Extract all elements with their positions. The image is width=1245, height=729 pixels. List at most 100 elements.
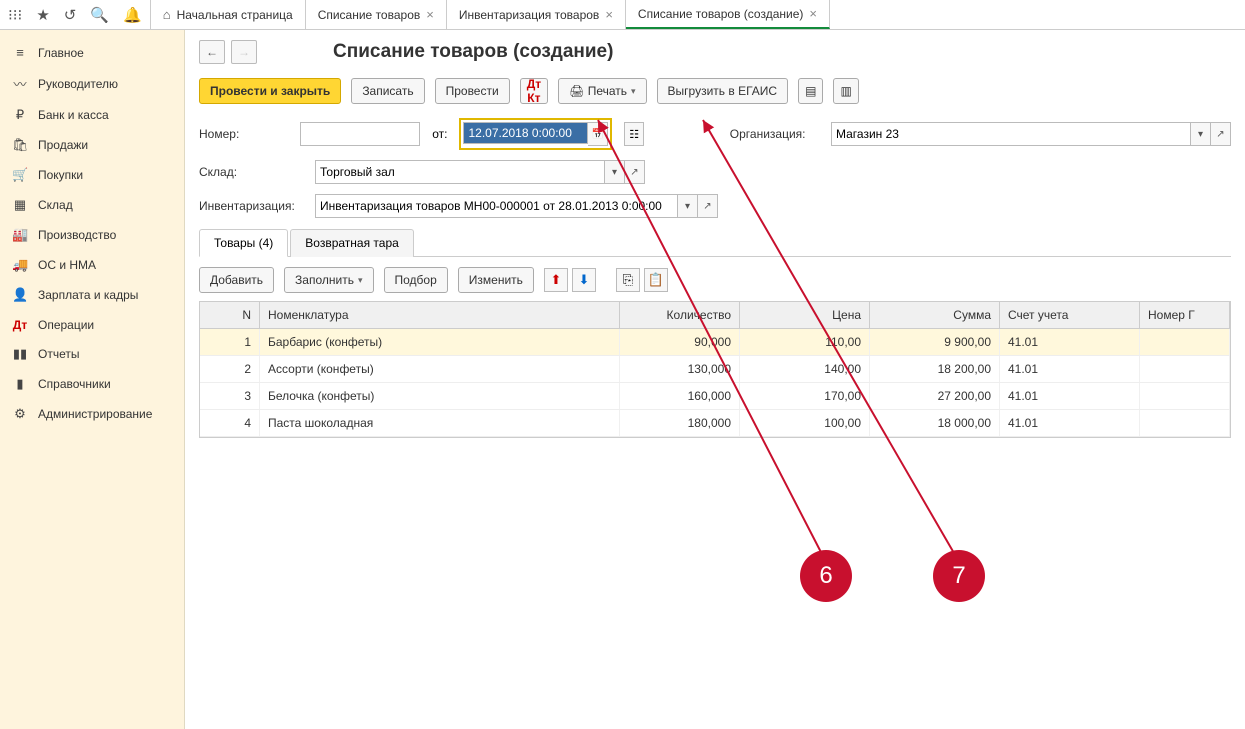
copy-button[interactable]: ⎘ xyxy=(616,268,640,292)
warehouse-open-button[interactable]: ↗ xyxy=(625,160,645,184)
close-icon[interactable]: × xyxy=(809,6,817,21)
cell-n: 4 xyxy=(200,410,260,436)
fill-button[interactable]: Заполнить▾ xyxy=(284,267,373,293)
ruble-icon: ₽ xyxy=(12,107,28,123)
notify-icon[interactable]: 🔔 xyxy=(123,6,142,24)
cell-acc: 41.01 xyxy=(1000,329,1140,355)
history-icon[interactable]: ↺ xyxy=(64,6,77,24)
col-nom-header[interactable]: Номенклатура xyxy=(260,302,620,328)
nav-forward-button[interactable]: → xyxy=(231,40,257,64)
close-icon[interactable]: × xyxy=(426,7,434,22)
print-label: Печать xyxy=(588,84,627,98)
table-row[interactable]: 3 Белочка (конфеты) 160,000 170,00 27 20… xyxy=(200,383,1230,410)
cell-nom: Паста шоколадная xyxy=(260,410,620,436)
tab-writeoff[interactable]: Списание товаров × xyxy=(306,0,447,29)
cell-qty: 180,000 xyxy=(620,410,740,436)
sidebar-item-label: Администрирование xyxy=(38,407,152,421)
print-button[interactable]: 🖨 Печать▾ xyxy=(558,78,646,104)
sidebar-item-label: Операции xyxy=(38,318,94,332)
table-row[interactable]: 2 Ассорти (конфеты) 130,000 140,00 18 20… xyxy=(200,356,1230,383)
doc-tab-goods[interactable]: Товары (4) xyxy=(199,229,288,257)
sidebar-item-purchases[interactable]: 🛒 Покупки xyxy=(0,160,184,190)
edit-button[interactable]: Изменить xyxy=(458,267,534,293)
sidebar-item-hr[interactable]: 👤Зарплата и кадры xyxy=(0,280,184,310)
record-button[interactable]: Записать xyxy=(351,78,424,104)
sidebar-item-main[interactable]: ≡ Главное xyxy=(0,38,184,67)
col-price-header[interactable]: Цена xyxy=(740,302,870,328)
doc-tab-return[interactable]: Возвратная тара xyxy=(290,229,414,257)
warehouse-dropdown-button[interactable]: ▾ xyxy=(605,160,625,184)
org-input[interactable] xyxy=(831,122,1191,146)
col-n-header[interactable]: N xyxy=(200,302,260,328)
sidebar-item-operations[interactable]: Дт Операции xyxy=(0,310,184,339)
dtk-icon: Дт xyxy=(12,317,28,332)
tab-writeoff-create[interactable]: Списание товаров (создание) × xyxy=(626,0,830,29)
sidebar-item-label: Покупки xyxy=(38,168,83,182)
printer-icon: 🖨 xyxy=(569,84,584,98)
sidebar-item-reports[interactable]: ▮▮Отчеты xyxy=(0,339,184,369)
search-icon[interactable]: 🔍 xyxy=(90,6,109,24)
col-acc-header[interactable]: Счет учета xyxy=(1000,302,1140,328)
cell-sum: 9 900,00 xyxy=(870,329,1000,355)
related-button[interactable]: ▤ xyxy=(798,78,823,104)
inventory-open-button[interactable]: ↗ xyxy=(698,194,718,218)
inventory-input[interactable] xyxy=(315,194,678,218)
sidebar-item-admin[interactable]: ⚙ Администрирование xyxy=(0,399,184,429)
table-row[interactable]: 1 Барбарис (конфеты) 90,000 110,00 9 900… xyxy=(200,329,1230,356)
sidebar-item-bank[interactable]: ₽Банк и касса xyxy=(0,100,184,130)
nav-back-button[interactable]: ← xyxy=(199,40,225,64)
cell-acc: 41.01 xyxy=(1000,410,1140,436)
egais-button[interactable]: Выгрузить в ЕГАИС xyxy=(657,78,789,104)
org-open-button[interactable]: ↗ xyxy=(1211,122,1231,146)
table-row[interactable]: 4 Паста шоколадная 180,000 100,00 18 000… xyxy=(200,410,1230,437)
cell-n: 1 xyxy=(200,329,260,355)
cell-sum: 18 000,00 xyxy=(870,410,1000,436)
date-extra-button[interactable]: ☷ xyxy=(624,122,643,146)
sidebar-item-manager[interactable]: 〰Руководителю xyxy=(0,67,184,100)
attach-button[interactable]: ▥ xyxy=(833,78,858,104)
sidebar-item-catalog[interactable]: ▮Справочники xyxy=(0,369,184,399)
tab-home[interactable]: ⌂ Начальная страница xyxy=(151,0,306,29)
inventory-label: Инвентаризация: xyxy=(199,199,309,213)
sidebar-item-production[interactable]: 🏭Производство xyxy=(0,220,184,250)
close-icon[interactable]: × xyxy=(605,7,613,22)
sidebar-item-label: Склад xyxy=(38,198,73,212)
calendar-button[interactable]: 📅 xyxy=(588,122,608,146)
favorite-icon[interactable]: ★ xyxy=(36,6,49,24)
col-sum-header[interactable]: Сумма xyxy=(870,302,1000,328)
sidebar-item-assets[interactable]: 🚚ОС и НМА xyxy=(0,250,184,280)
chart-icon: 〰 xyxy=(12,74,28,93)
date-input[interactable] xyxy=(463,122,588,144)
cart-icon: 🛒 xyxy=(12,167,28,183)
menu-icon: ≡ xyxy=(12,45,28,60)
bag-icon: 🛍 xyxy=(12,137,28,153)
tab-label: Инвентаризация товаров xyxy=(459,8,599,22)
pick-button[interactable]: Подбор xyxy=(384,267,448,293)
move-up-button[interactable]: ⬆ xyxy=(544,268,568,292)
add-button[interactable]: Добавить xyxy=(199,267,274,293)
tab-inventory[interactable]: Инвентаризация товаров × xyxy=(447,0,626,29)
callout-7: 7 xyxy=(933,550,985,602)
cell-n: 2 xyxy=(200,356,260,382)
col-gtd-header[interactable]: Номер Г xyxy=(1140,302,1230,328)
tab-label: Начальная страница xyxy=(177,8,293,22)
org-dropdown-button[interactable]: ▾ xyxy=(1191,122,1211,146)
dtk-button[interactable]: ДтКт xyxy=(520,78,548,104)
apps-icon[interactable]: ⁝⁝⁝ xyxy=(8,6,22,24)
sidebar-item-sales[interactable]: 🛍Продажи xyxy=(0,130,184,160)
sidebar-item-stock[interactable]: ▦Склад xyxy=(0,190,184,220)
paste-button[interactable]: 📋 xyxy=(644,268,668,292)
cell-nom: Барбарис (конфеты) xyxy=(260,329,620,355)
move-down-button[interactable]: ⬇ xyxy=(572,268,596,292)
factory-icon: 🏭 xyxy=(12,227,28,243)
post-button[interactable]: Провести xyxy=(435,78,510,104)
col-qty-header[interactable]: Количество xyxy=(620,302,740,328)
gear-icon: ⚙ xyxy=(12,406,28,422)
sidebar-item-label: Главное xyxy=(38,46,84,60)
warehouse-input[interactable] xyxy=(315,160,605,184)
sidebar-item-label: Справочники xyxy=(38,377,111,391)
org-label: Организация: xyxy=(730,127,825,141)
post-close-button[interactable]: Провести и закрыть xyxy=(199,78,341,104)
number-input[interactable] xyxy=(300,122,420,146)
inventory-dropdown-button[interactable]: ▾ xyxy=(678,194,698,218)
